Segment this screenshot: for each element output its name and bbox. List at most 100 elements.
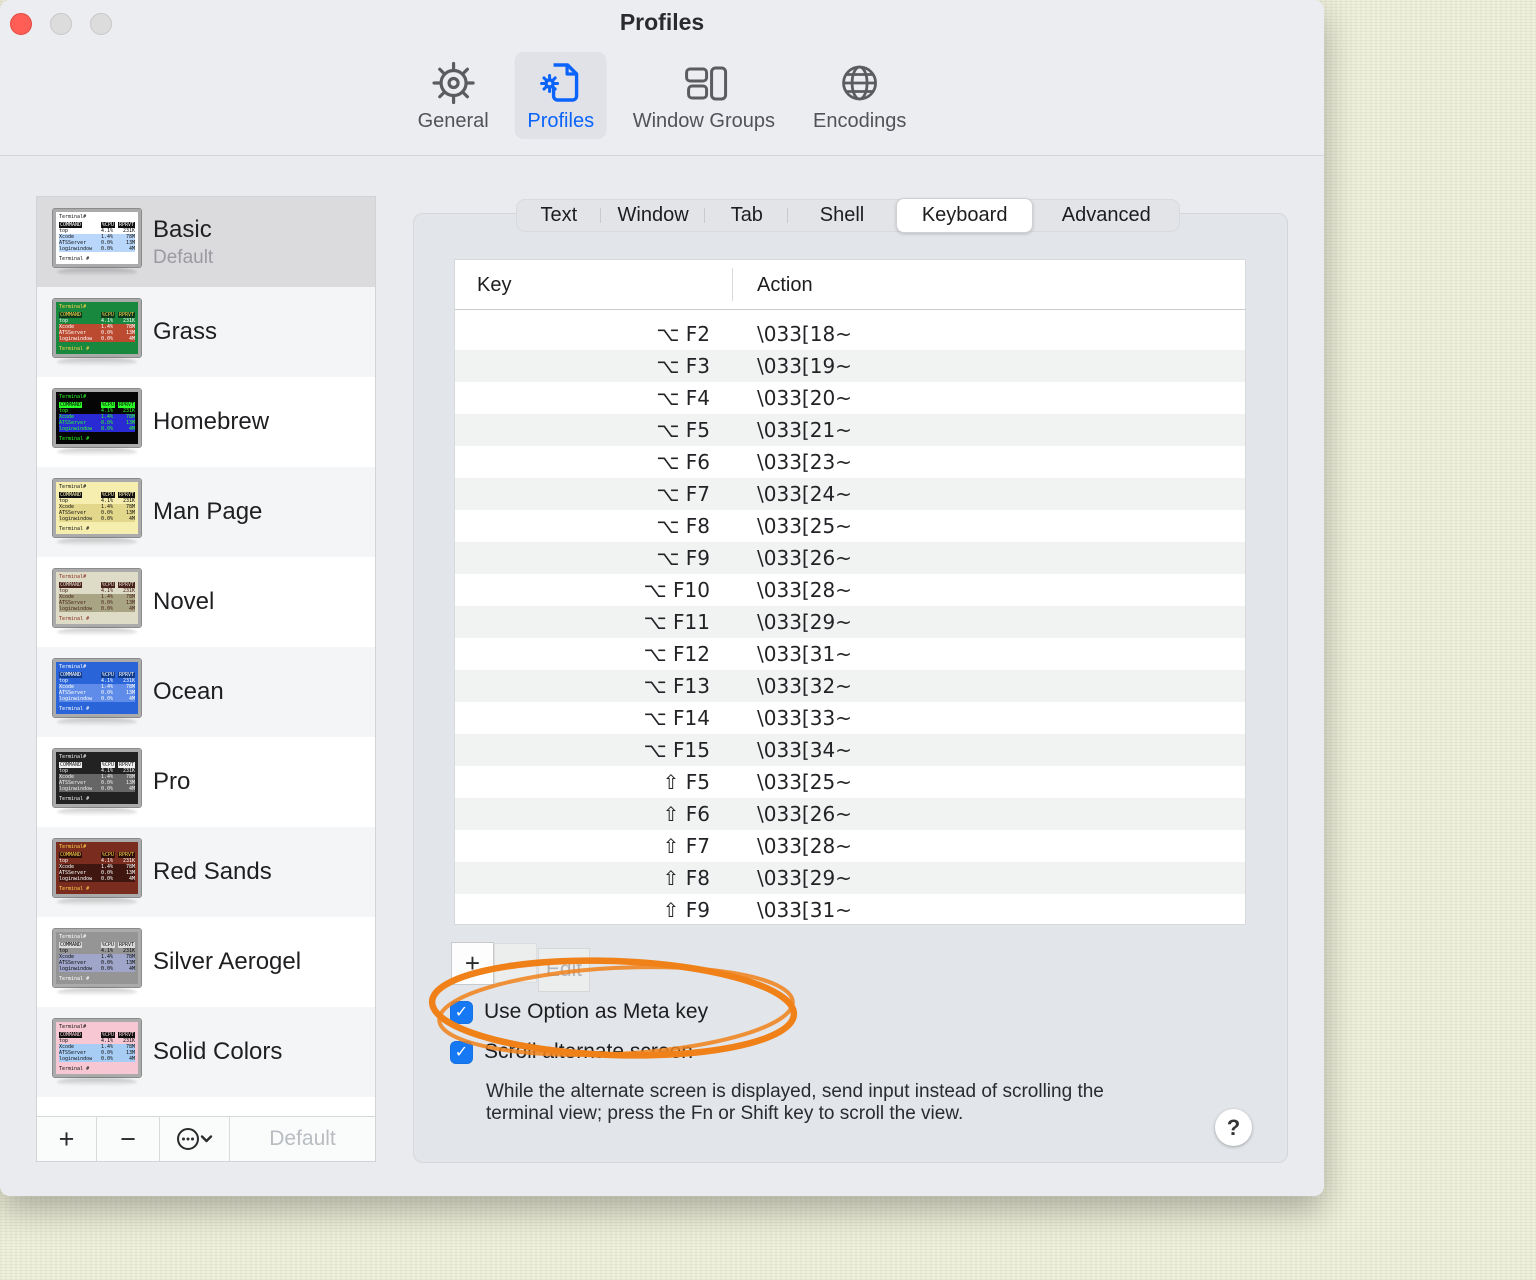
key-mapping-row[interactable]: ⌥ F3 \033[19~ — [455, 350, 1245, 382]
key-mapping-row[interactable]: ⌥ F13 \033[32~ — [455, 670, 1245, 702]
action-cell: \033[24~ — [757, 482, 852, 506]
key-mapping-row[interactable]: ⌥ F15 \033[34~ — [455, 734, 1245, 766]
key-cell: ⌥ F13 — [643, 674, 710, 698]
add-profile-button[interactable]: + — [37, 1117, 97, 1161]
tab-tab[interactable]: Tab — [705, 200, 789, 231]
key-mapping-row[interactable]: ⇧ F9 \033[31~ — [455, 894, 1245, 926]
scroll-alternate-screen-checkbox[interactable]: ✓ — [450, 1040, 473, 1064]
action-cell: \033[26~ — [757, 546, 852, 570]
key-cell: ⌥ F12 — [643, 642, 710, 666]
edit-key-button[interactable]: Edit — [538, 948, 590, 992]
toolbar-item-window-groups[interactable]: Window Groups — [621, 52, 787, 139]
key-mapping-row[interactable]: ⌥ F2 \033[18~ — [455, 318, 1245, 350]
profile-thumbnail: Terminal# COMMAND %CPU RPRVT top 4.1% 231K X… — [52, 747, 142, 816]
scroll-alternate-screen-row: ✓ Scroll alternate screen — [450, 1040, 693, 1064]
set-default-button[interactable]: Default — [230, 1117, 375, 1161]
remove-key-button[interactable]: − — [494, 943, 537, 983]
profile-list-item-silver-aerogel[interactable]: Terminal# COMMAND %CPU RPRVT top 4.1% 231K X… — [37, 917, 375, 1007]
profile-name: Basic — [153, 215, 212, 243]
profile-name: Ocean — [153, 678, 224, 705]
profile-thumbnail: Terminal# COMMAND %CPU RPRVT top 4.1% 231K X… — [52, 477, 142, 546]
action-cell: \033[28~ — [757, 834, 852, 858]
use-option-as-meta-row: ✓ Use Option as Meta key — [450, 1000, 708, 1024]
remove-profile-button[interactable]: − — [97, 1117, 160, 1161]
key-cell: ⌥ F2 — [656, 322, 710, 346]
key-mapping-row[interactable]: ⇧ F7 \033[28~ — [455, 830, 1245, 862]
key-cell: ⇧ F8 — [662, 866, 710, 890]
gear-icon — [432, 61, 475, 105]
profile-name: Solid Colors — [153, 1038, 283, 1065]
toolbar-label-window-groups: Window Groups — [632, 110, 776, 132]
action-cell: \033[18~ — [757, 322, 852, 346]
profile-thumbnail: Terminal# COMMAND %CPU RPRVT top 4.1% 231K X… — [52, 1017, 142, 1086]
action-cell: \033[31~ — [757, 642, 852, 666]
scroll-help-text: While the alternate screen is displayed,… — [486, 1081, 1104, 1124]
key-mapping-row[interactable]: ⇧ F6 \033[26~ — [455, 798, 1245, 830]
globe-icon — [842, 65, 878, 101]
profile-list-item-homebrew[interactable]: Terminal# COMMAND %CPU RPRVT top 4.1% 231K X… — [37, 377, 375, 467]
profile-list-item-basic[interactable]: Terminal# COMMAND %CPU RPRVT top 4.1% 231K X… — [37, 197, 375, 287]
key-cell: ⌥ F7 — [656, 482, 710, 506]
key-mapping-row[interactable]: ⌥ F4 \033[20~ — [455, 382, 1245, 414]
key-mapping-row[interactable]: ⌥ F6 \033[23~ — [455, 446, 1245, 478]
key-mapping-row[interactable]: ⇧ F8 \033[29~ — [455, 862, 1245, 894]
tab-window[interactable]: Window — [601, 200, 706, 231]
tab-text[interactable]: Text — [517, 200, 601, 231]
key-mapping-row[interactable]: ⇧ F5 \033[25~ — [455, 766, 1245, 798]
profile-subtitle: Default — [153, 246, 214, 268]
table-body: ⌥ F2 \033[18~ ⌥ F3 \033[19~ ⌥ F4 \033[20… — [455, 310, 1245, 926]
add-key-button[interactable]: + — [451, 942, 494, 985]
profile-name: Homebrew — [153, 408, 270, 435]
profile-name: Novel — [153, 588, 215, 615]
profile-tabs: Text Window Tab Shell Keyboard Advanced — [516, 197, 1180, 233]
tab-advanced[interactable]: Advanced — [1033, 200, 1179, 231]
help-button[interactable]: ? — [1215, 1109, 1252, 1146]
profile-list-item-solid-colors[interactable]: Terminal# COMMAND %CPU RPRVT top 4.1% 231K X… — [37, 1007, 375, 1097]
profile-thumbnail: Terminal# COMMAND %CPU RPRVT top 4.1% 231K X… — [52, 837, 142, 906]
sidebar-button-bar: + − Default — [37, 1116, 375, 1161]
profile-thumbnail: Terminal# COMMAND %CPU RPRVT top 4.1% 231K X… — [52, 657, 142, 726]
toolbar-label-encodings: Encodings — [813, 110, 907, 132]
key-mapping-row[interactable]: ⌥ F8 \033[25~ — [455, 510, 1245, 542]
profile-list-item-red-sands[interactable]: Terminal# COMMAND %CPU RPRVT top 4.1% 231K X… — [37, 827, 375, 917]
key-mapping-row[interactable]: ⌥ F5 \033[21~ — [455, 414, 1245, 446]
tab-shell[interactable]: Shell — [788, 200, 896, 231]
key-mapping-row[interactable]: ⌥ F7 \033[24~ — [455, 478, 1245, 510]
toolbar-item-general[interactable]: General — [406, 52, 501, 139]
ellipsis-circle-chevron-icon — [176, 1128, 212, 1150]
action-cell: \033[26~ — [757, 802, 852, 826]
toolbar-item-encodings[interactable]: Encodings — [801, 52, 918, 139]
window-groups-icon — [685, 66, 728, 101]
profile-name: Red Sands — [153, 858, 272, 885]
profile-list-item-ocean[interactable]: Terminal# COMMAND %CPU RPRVT top 4.1% 231K X… — [37, 647, 375, 737]
use-option-as-meta-checkbox[interactable]: ✓ — [450, 1000, 473, 1024]
key-mapping-row[interactable]: ⌥ F9 \033[26~ — [455, 542, 1245, 574]
key-cell: ⌥ F8 — [656, 514, 710, 538]
key-mapping-row[interactable]: ⌥ F14 \033[33~ — [455, 702, 1245, 734]
action-cell: \033[34~ — [757, 738, 852, 762]
column-divider — [732, 268, 733, 301]
profile-name: Pro — [153, 768, 191, 795]
key-cell: ⇧ F7 — [662, 834, 710, 858]
profile-list-item-grass[interactable]: Terminal# COMMAND %CPU RPRVT top 4.1% 231K X… — [37, 287, 375, 377]
profile-thumbnail: Terminal# COMMAND %CPU RPRVT top 4.1% 231K X… — [52, 387, 142, 456]
key-cell: ⌥ F15 — [643, 738, 710, 762]
tab-keyboard[interactable]: Keyboard — [895, 197, 1034, 233]
scroll-alternate-screen-label: Scroll alternate screen — [484, 1040, 693, 1063]
toolbar-item-profiles[interactable]: Profiles — [514, 52, 607, 139]
action-cell: \033[29~ — [757, 610, 852, 634]
key-cell: ⌥ F14 — [643, 706, 710, 730]
action-cell: \033[25~ — [757, 770, 852, 794]
profile-name: Grass — [153, 318, 218, 345]
key-mapping-row[interactable]: ⌥ F10 \033[28~ — [455, 574, 1245, 606]
profile-list-item-novel[interactable]: Terminal# COMMAND %CPU RPRVT top 4.1% 231K X… — [37, 557, 375, 647]
toolbar-label-general: General — [417, 110, 489, 132]
profile-list-item-pro[interactable]: Terminal# COMMAND %CPU RPRVT top 4.1% 231K X… — [37, 737, 375, 827]
key-mapping-row[interactable]: ⌥ F12 \033[31~ — [455, 638, 1245, 670]
profile-actions-menu-button[interactable] — [160, 1117, 230, 1161]
keyboard-settings-panel: Key Action ⌥ F2 \033[18~ ⌥ F3 \033[19~ ⌥… — [413, 213, 1288, 1163]
key-mapping-row[interactable]: ⌥ F11 \033[29~ — [455, 606, 1245, 638]
profile-name: Man Page — [153, 498, 263, 525]
profile-list-item-man-page[interactable]: Terminal# COMMAND %CPU RPRVT top 4.1% 231K X… — [37, 467, 375, 557]
action-cell: \033[32~ — [757, 674, 852, 698]
